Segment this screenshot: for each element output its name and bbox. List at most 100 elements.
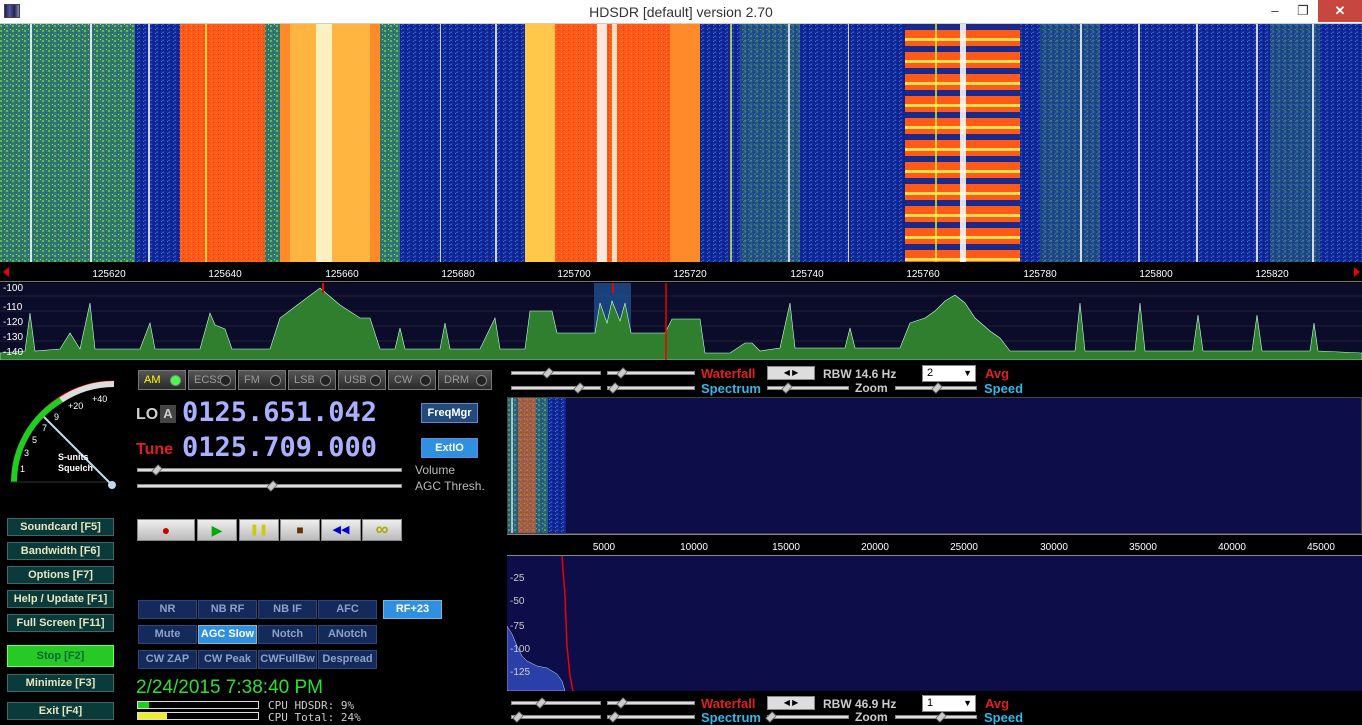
mode-fm-button[interactable]: FM <box>238 370 286 390</box>
anotch-button[interactable]: ANotch <box>318 625 377 644</box>
notch-button[interactable]: Notch <box>258 625 317 644</box>
minimize-button[interactable]: Minimize [F3] <box>7 674 114 692</box>
slider-thumb[interactable] <box>151 464 163 476</box>
af-zoom-label: Zoom <box>855 710 888 724</box>
af-avg-value: 1 <box>927 697 934 709</box>
af-waterfall-slider-1[interactable] <box>511 697 601 709</box>
full-screen-button[interactable]: Full Screen [F11] <box>7 614 114 632</box>
slider-thumb[interactable] <box>608 382 620 394</box>
af-avg-label: Avg <box>985 696 1010 711</box>
slider-thumb[interactable] <box>573 382 585 394</box>
mode-drm-button[interactable]: DRM <box>438 370 492 390</box>
lo-frequency-display[interactable]: 0125.651.042 <box>182 397 377 428</box>
volume-slider[interactable] <box>137 464 402 476</box>
rf-zoom-slider[interactable] <box>767 382 849 394</box>
s-meter-scale-label: 1 <box>20 464 25 474</box>
title-bar: HDSDR [default] version 2.70 – ❐ ✕ <box>0 0 1362 24</box>
slider-thumb[interactable] <box>616 367 628 379</box>
clock-display: 2/24/2015 7:38:40 PM <box>136 677 323 698</box>
mode-am-button[interactable]: AM <box>138 370 186 390</box>
slider-thumb[interactable] <box>542 367 554 379</box>
s-meter[interactable]: 1 3 5 7 9 +20 +40 S-units Squelch <box>6 372 126 492</box>
af-frequency-ruler[interactable]: 5000 10000 15000 20000 25000 30000 35000… <box>507 534 1362 556</box>
slider-thumb[interactable] <box>608 711 620 723</box>
af-zoom-slider[interactable] <box>765 711 849 723</box>
cw-zap-button[interactable]: CW ZAP <box>138 650 197 669</box>
rf-frequency-ruler[interactable]: 125620 125640 125660 125680 125700 12572… <box>0 262 1362 282</box>
cw-fullbw-button[interactable]: CWFullBw <box>258 650 317 669</box>
mode-ecss-button[interactable]: ECSS <box>188 370 236 390</box>
slider-thumb[interactable] <box>512 711 524 723</box>
cw-peak-button[interactable]: CW Peak <box>198 650 257 669</box>
scroll-right-icon[interactable] <box>1354 267 1360 277</box>
af-spectrum-slider-1[interactable] <box>511 711 601 723</box>
slider-thumb[interactable] <box>931 382 943 394</box>
nb-rf-button[interactable]: NB RF <box>198 600 257 619</box>
restore-window-button[interactable]: ❐ <box>1290 0 1316 22</box>
rf-spectrum-slider-1[interactable] <box>511 382 601 394</box>
rf-tick-label: 125760 <box>906 269 940 280</box>
freqmgr-button[interactable]: FreqMgr <box>421 403 478 423</box>
led-indicator-icon <box>170 375 181 386</box>
agc-slow-button[interactable]: AGC Slow <box>198 625 257 644</box>
play-button[interactable]: ▶ <box>197 519 237 541</box>
af-waterfall-slider-2[interactable] <box>607 697 695 709</box>
bandwidth-button[interactable]: Bandwidth [F6] <box>7 542 114 560</box>
mode-cw-button[interactable]: CW <box>388 370 436 390</box>
rf-waterfall-slider-1[interactable] <box>511 367 601 379</box>
stop-playback-button[interactable]: ■ <box>280 519 320 541</box>
rf-speed-slider[interactable] <box>895 382 977 394</box>
af-tick-label: 10000 <box>680 542 708 553</box>
scroll-left-icon[interactable] <box>3 267 9 277</box>
minimize-window-button[interactable]: – <box>1262 0 1288 22</box>
rf-avg-select[interactable]: 2 ▼ <box>922 365 976 382</box>
af-waterfall[interactable] <box>507 397 1362 534</box>
rf-rbw-stepper[interactable]: ◀ ▶ <box>767 366 815 380</box>
rf-spectrum-slider-2[interactable] <box>607 382 695 394</box>
afc-button[interactable]: AFC <box>318 600 377 619</box>
soundcard-button[interactable]: Soundcard [F5] <box>7 518 114 536</box>
nr-button[interactable]: NR <box>138 600 197 619</box>
loop-button[interactable]: ∞ <box>362 519 402 541</box>
help-update-button[interactable]: Help / Update [F1] <box>7 590 114 608</box>
despread-button[interactable]: Despread <box>318 650 377 669</box>
led-indicator-icon <box>320 375 331 386</box>
mode-label: LSB <box>294 374 315 386</box>
af-avg-select[interactable]: 1 ▼ <box>922 695 976 712</box>
af-spectrum[interactable]: -25 -50 -75 -100 -125 <box>507 556 1362 691</box>
rf-db-label: -100 <box>3 283 24 294</box>
rewind-button[interactable]: ◀◀ <box>321 519 361 541</box>
pause-button[interactable]: ❚❚ <box>239 519 279 541</box>
af-rbw-label: RBW 46.9 Hz <box>823 697 897 711</box>
extio-button[interactable]: ExtIO <box>421 438 478 458</box>
slider-thumb[interactable] <box>266 480 278 492</box>
slider-thumb[interactable] <box>935 711 947 723</box>
rf-waterfall[interactable] <box>0 24 1362 262</box>
rf-avg-value: 2 <box>927 367 934 379</box>
tune-frequency-display[interactable]: 0125.709.000 <box>182 432 377 463</box>
mute-button[interactable]: Mute <box>138 625 197 644</box>
slider-thumb[interactable] <box>765 711 777 723</box>
nb-if-button[interactable]: NB IF <box>258 600 317 619</box>
agc-threshold-slider[interactable] <box>137 480 402 492</box>
record-button[interactable]: ● <box>137 519 195 541</box>
af-rbw-stepper[interactable]: ◀ ▶ <box>767 696 815 710</box>
rf-tick-label: 125720 <box>673 269 707 280</box>
af-spectrum-slider-2[interactable] <box>607 711 695 723</box>
rf-spectrum[interactable] <box>0 283 1362 360</box>
rf-waterfall-slider-2[interactable] <box>607 367 695 379</box>
exit-button[interactable]: Exit [F4] <box>7 702 114 720</box>
stop-button[interactable]: Stop [F2] <box>7 645 114 667</box>
slider-thumb[interactable] <box>535 697 547 709</box>
slider-thumb[interactable] <box>616 697 628 709</box>
close-window-button[interactable]: ✕ <box>1318 0 1362 22</box>
rf-gain-button[interactable]: RF+23 <box>383 600 442 619</box>
led-indicator-icon <box>420 375 431 386</box>
slider-thumb[interactable] <box>781 382 793 394</box>
lo-channel-button[interactable]: A <box>160 405 176 423</box>
mode-usb-button[interactable]: USB <box>338 370 386 390</box>
options-button[interactable]: Options [F7] <box>7 566 114 584</box>
af-speed-slider[interactable] <box>895 711 977 723</box>
mode-label: AM <box>144 374 161 386</box>
mode-lsb-button[interactable]: LSB <box>288 370 336 390</box>
